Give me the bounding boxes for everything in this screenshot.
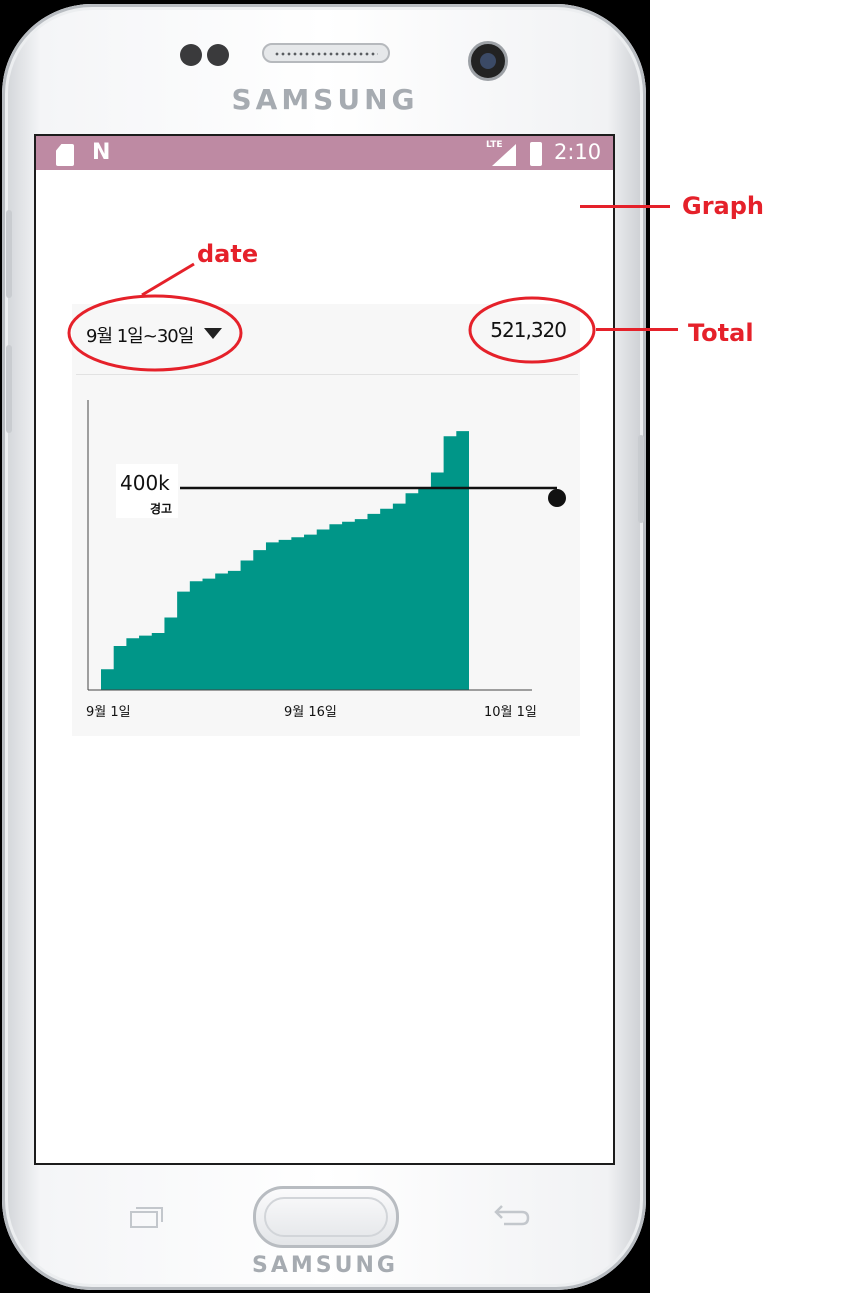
graph-annotation-label: Graph	[682, 192, 764, 220]
recent-apps-icon[interactable]	[130, 1206, 164, 1228]
lte-label: LTE	[486, 140, 503, 150]
power-button	[638, 435, 644, 523]
n-notification-icon: N	[92, 140, 111, 165]
status-time: 2:10	[554, 140, 602, 164]
x-tick-label: 10월 1일	[484, 705, 537, 720]
sd-card-icon	[56, 144, 74, 166]
volume-down-button	[6, 345, 12, 433]
threshold-name-label: 경고	[150, 502, 172, 516]
sensor-icon	[207, 44, 229, 66]
graph-card: 9월 1일~30일 521,320 400k 경고 9월 1일 9월 16일 1…	[72, 304, 580, 736]
graph-annotation-line	[580, 205, 670, 208]
earpiece-speaker	[262, 43, 390, 63]
brand-logo-top: SAMSUNG	[231, 83, 419, 116]
volume-up-button	[6, 210, 12, 298]
brand-logo-bottom: SAMSUNG	[252, 1253, 398, 1278]
phone-frame: SAMSUNG N LTE 2:10 9월 1일~30일 521,320 400…	[0, 0, 650, 1293]
home-button[interactable]	[253, 1186, 399, 1248]
threshold-value-label: 400k	[120, 471, 170, 495]
sensor-icon	[180, 44, 202, 66]
usage-area-chart: 400k 경고 9월 1일 9월 16일 10월 1일	[86, 400, 566, 720]
screen: N LTE 2:10 9월 1일~30일 521,320 400k 경고 9월 …	[34, 134, 615, 1165]
x-tick-label: 9월 16일	[284, 705, 337, 720]
status-bar: N LTE 2:10	[36, 136, 613, 170]
front-camera-icon	[468, 41, 508, 81]
total-annotation-line	[596, 328, 678, 331]
area-series	[101, 420, 469, 690]
threshold-handle[interactable]	[548, 489, 566, 507]
back-icon[interactable]	[492, 1200, 532, 1230]
date-annotation-label: date	[197, 240, 259, 268]
total-annotation-label: Total	[688, 319, 754, 347]
battery-charging-icon	[530, 142, 542, 166]
x-tick-label: 9월 1일	[86, 705, 131, 720]
